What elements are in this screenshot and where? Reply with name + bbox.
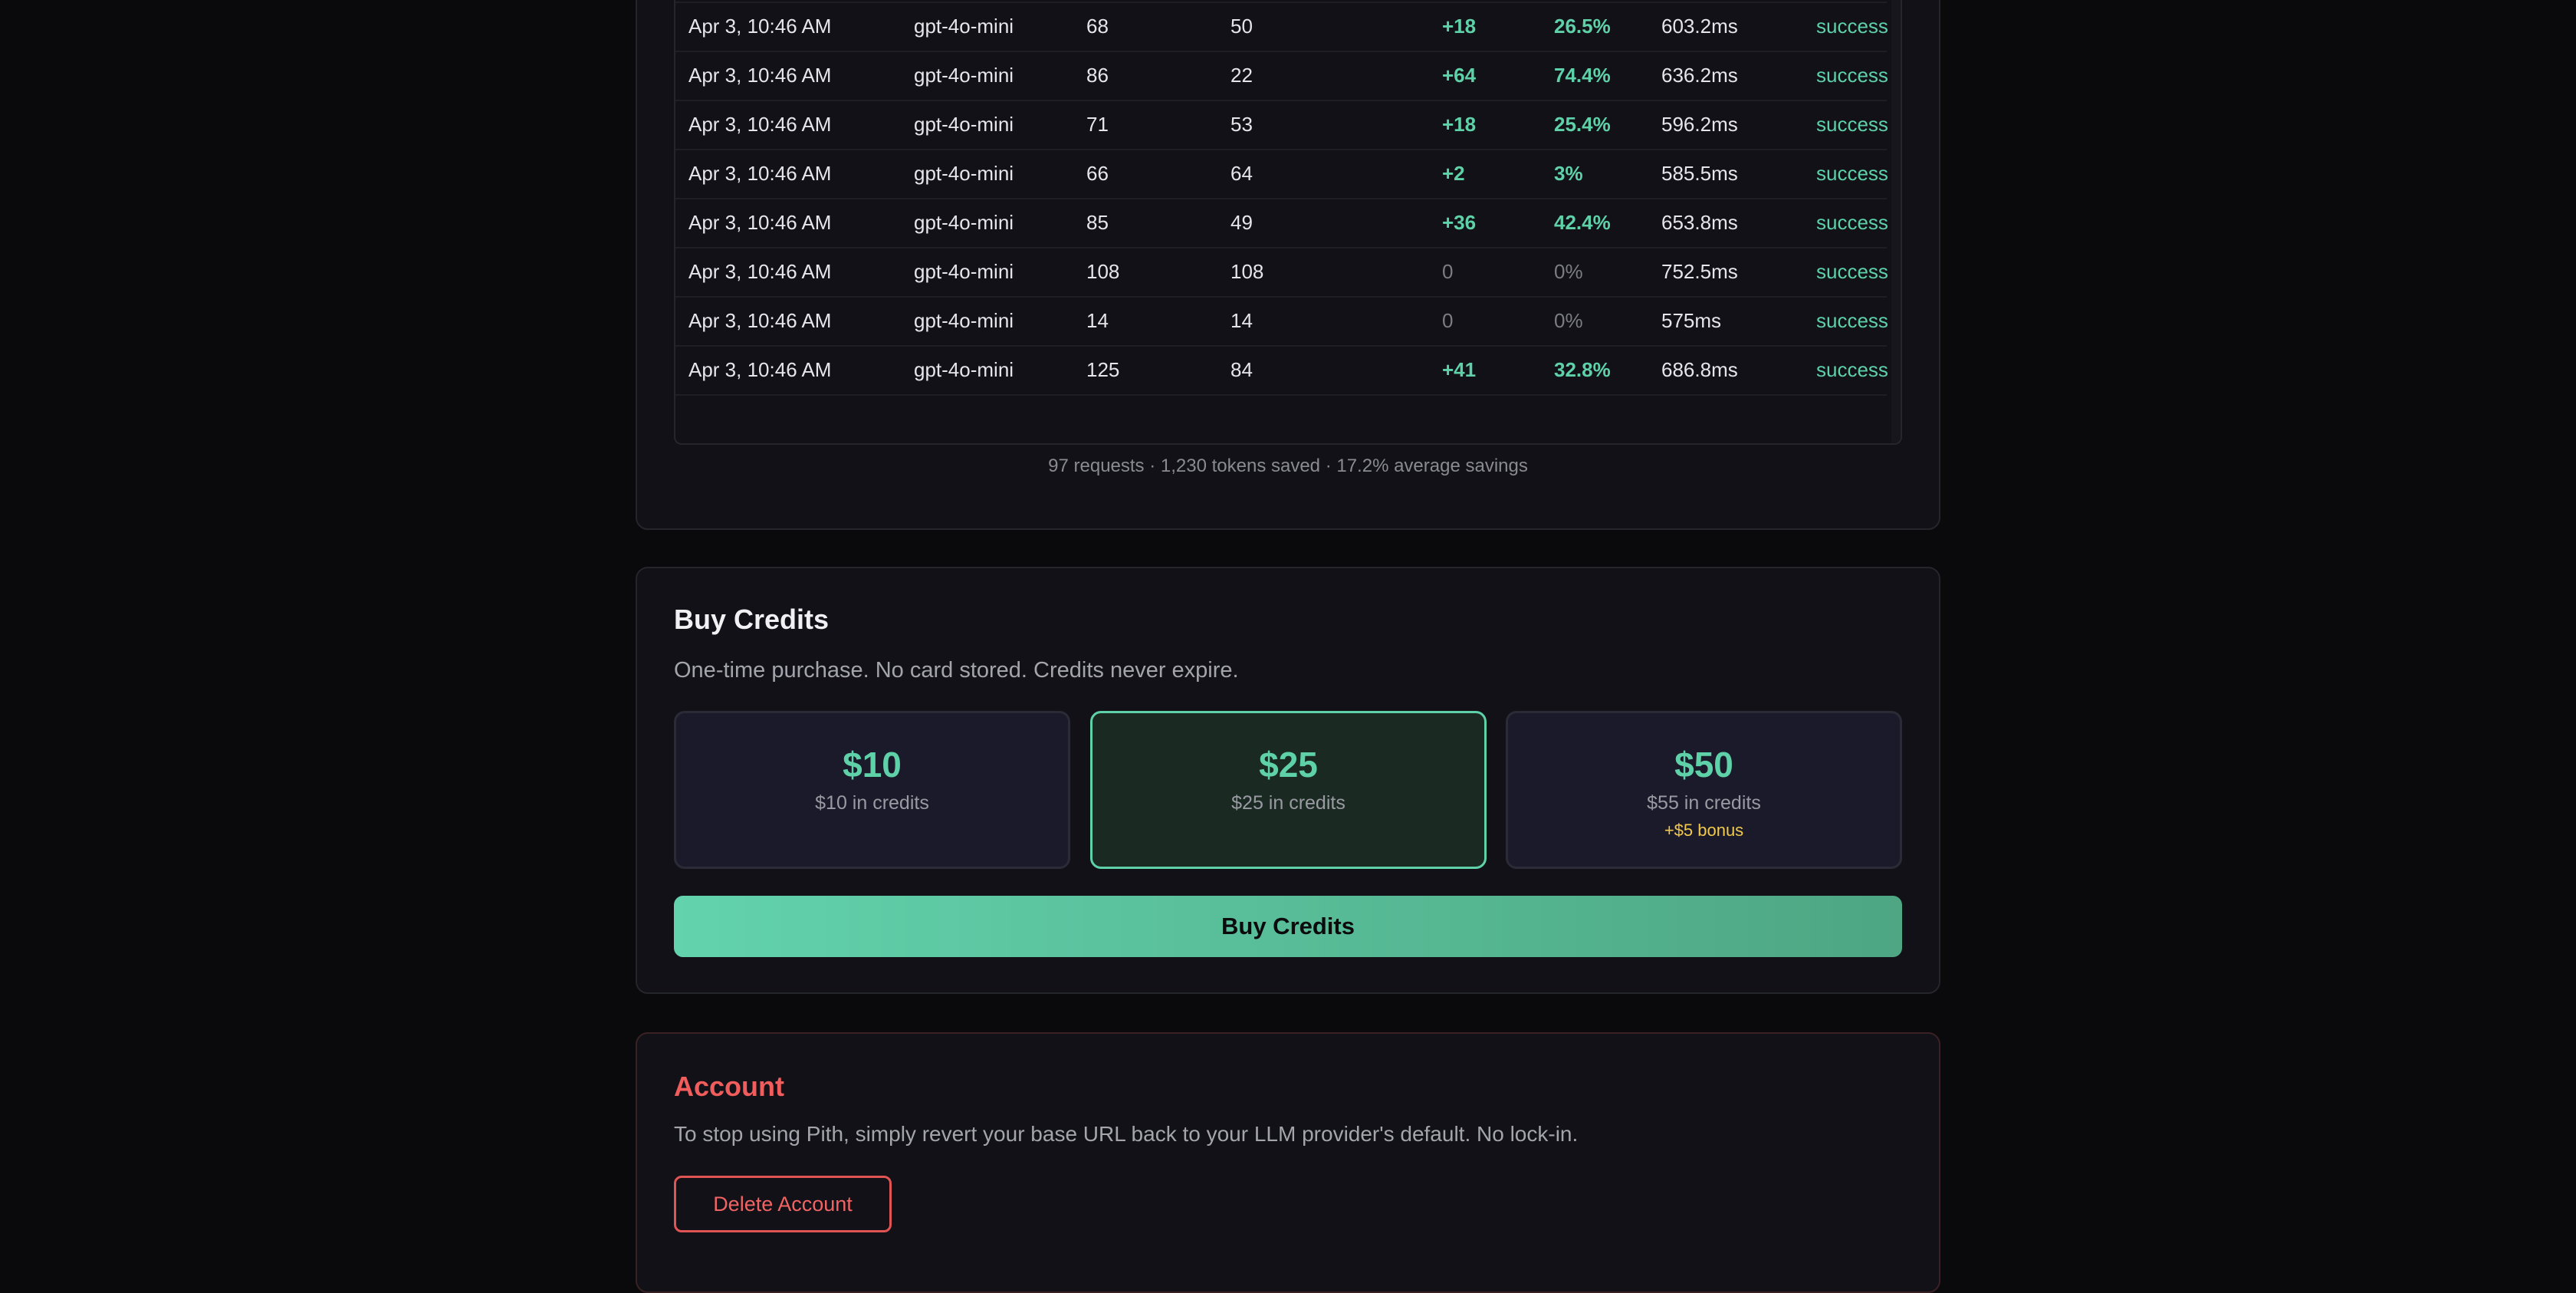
cell-input-tokens: 85 xyxy=(1086,211,1109,234)
cell-model: gpt-4o-mini xyxy=(914,64,1014,87)
cell-output-tokens: 14 xyxy=(1230,309,1253,332)
cell-tokens-saved: +64 xyxy=(1442,64,1477,87)
cell-output-tokens: 50 xyxy=(1230,15,1253,38)
cell-model: gpt-4o-mini xyxy=(914,15,1014,38)
usage-history-card: Apr 3, 10:46 AMgpt-4o-mini12274+4839.3%6… xyxy=(636,0,1940,530)
cell-time: Apr 3, 10:46 AM xyxy=(688,260,832,283)
cell-status: success xyxy=(1816,15,1888,38)
cell-input-tokens: 71 xyxy=(1086,113,1109,136)
cell-model: gpt-4o-mini xyxy=(914,211,1014,234)
buy-credits-title: Buy Credits xyxy=(674,604,830,635)
cell-time: Apr 3, 10:46 AM xyxy=(688,162,832,185)
cell-tokens-saved: +36 xyxy=(1442,211,1477,234)
cell-latency: 585.5ms xyxy=(1661,162,1738,185)
cell-tokens-saved: 0 xyxy=(1442,309,1454,332)
cell-status: success xyxy=(1816,162,1888,185)
account-description: To stop using Pith, simply revert your b… xyxy=(674,1122,1579,1146)
cell-input-tokens: 14 xyxy=(1086,309,1109,332)
cell-status: success xyxy=(1816,113,1888,136)
cell-savings-percent: 25.4% xyxy=(1554,113,1611,136)
cell-time: Apr 3, 10:46 AM xyxy=(688,15,832,38)
delete-account-button[interactable]: Delete Account xyxy=(674,1176,892,1232)
cell-savings-percent: 74.4% xyxy=(1554,64,1611,87)
cell-status: success xyxy=(1816,358,1888,381)
account-card: Account To stop using Pith, simply rever… xyxy=(636,1032,1940,1293)
credit-option-price: $10 xyxy=(843,745,902,785)
cell-model: gpt-4o-mini xyxy=(914,260,1014,283)
cell-input-tokens: 66 xyxy=(1086,162,1109,185)
cell-model: gpt-4o-mini xyxy=(914,162,1014,185)
cell-output-tokens: 64 xyxy=(1230,162,1253,185)
cell-status: success xyxy=(1816,260,1888,283)
cell-model: gpt-4o-mini xyxy=(914,358,1014,381)
cell-savings-percent: 3% xyxy=(1554,162,1583,185)
cell-latency: 686.8ms xyxy=(1661,358,1738,381)
cell-output-tokens: 84 xyxy=(1230,358,1253,381)
cell-tokens-saved: 0 xyxy=(1442,260,1454,283)
credit-option-subtitle: $55 in credits xyxy=(1647,792,1761,814)
table-row: Apr 3, 10:46 AM gpt-4o-mini 71 53 +18 25.4% 59… xyxy=(675,100,1888,150)
table-row: Apr 3, 10:46 AM gpt-4o-mini 66 64 +2 3% 585.5m… xyxy=(675,149,1888,199)
cell-output-tokens: 53 xyxy=(1230,113,1253,136)
table-row: Apr 3, 10:46 AM gpt-4o-mini 125 84 +41 32.8% 6… xyxy=(675,345,1888,396)
cell-model: gpt-4o-mini xyxy=(914,309,1014,332)
table-row: Apr 3, 10:46 AM gpt-4o-mini 108 108 0 0% 752.5… xyxy=(675,247,1888,298)
table-row: Apr 3, 10:46 AM gpt-4o-mini 85 49 +36 42.4% 65… xyxy=(675,198,1888,248)
usage-summary: 97 requests · 1,230 tokens saved · 17.2%… xyxy=(1048,456,1528,476)
cell-savings-percent: 42.4% xyxy=(1554,211,1611,234)
credit-option-25[interactable]: $25 $25 in credits xyxy=(1090,711,1487,869)
cell-savings-percent: 32.8% xyxy=(1554,358,1611,381)
credit-option-50[interactable]: $50 $55 in credits +$5 bonus xyxy=(1506,711,1902,869)
cell-latency: 575ms xyxy=(1661,309,1722,332)
credit-option-price: $50 xyxy=(1674,745,1733,785)
table-scrollbar[interactable] xyxy=(1891,0,1901,443)
cell-savings-percent: 0% xyxy=(1554,309,1583,332)
buy-credits-description: One-time purchase. No card stored. Credi… xyxy=(674,658,1239,683)
cell-model: gpt-4o-mini xyxy=(914,113,1014,136)
cell-time: Apr 3, 10:46 AM xyxy=(688,113,832,136)
cell-latency: 653.8ms xyxy=(1661,211,1738,234)
cell-status: success xyxy=(1816,211,1888,234)
cell-status: success xyxy=(1816,64,1888,87)
cell-output-tokens: 22 xyxy=(1230,64,1253,87)
table-row: Apr 3, 10:46 AM gpt-4o-mini 86 22 +64 74.4% 63… xyxy=(675,51,1888,101)
credit-option-subtitle: $25 in credits xyxy=(1231,792,1346,814)
cell-latency: 603.2ms xyxy=(1661,15,1738,38)
cell-tokens-saved: +18 xyxy=(1442,113,1477,136)
cell-time: Apr 3, 10:46 AM xyxy=(688,64,832,87)
cell-input-tokens: 68 xyxy=(1086,15,1109,38)
cell-input-tokens: 125 xyxy=(1086,358,1120,381)
table-row: Apr 3, 10:46 AM gpt-4o-mini 68 50 +18 26.5% 60… xyxy=(675,2,1888,52)
cell-tokens-saved: +2 xyxy=(1442,162,1465,185)
cell-latency: 752.5ms xyxy=(1661,260,1738,283)
cell-tokens-saved: +41 xyxy=(1442,358,1477,381)
cell-time: Apr 3, 10:46 AM xyxy=(688,211,832,234)
credit-option-bonus: +$5 bonus xyxy=(1664,821,1744,840)
buy-credits-card: Buy Credits One-time purchase. No card s… xyxy=(636,567,1940,994)
account-title: Account xyxy=(674,1071,784,1102)
table-row: Apr 3, 10:46 AM gpt-4o-mini 14 14 0 0% 575ms su… xyxy=(675,296,1888,347)
cell-tokens-saved: +18 xyxy=(1442,15,1477,38)
cell-time: Apr 3, 10:46 AM xyxy=(688,358,832,381)
cell-output-tokens: 108 xyxy=(1230,260,1264,283)
table-row-partial xyxy=(675,426,1887,443)
cell-time: Apr 3, 10:46 AM xyxy=(688,309,832,332)
cell-latency: 636.2ms xyxy=(1661,64,1738,87)
cell-savings-percent: 0% xyxy=(1554,260,1583,283)
credit-option-10[interactable]: $10 $10 in credits xyxy=(674,711,1070,869)
cell-status: success xyxy=(1816,309,1888,332)
cell-savings-percent: 26.5% xyxy=(1554,15,1611,38)
cell-input-tokens: 108 xyxy=(1086,260,1120,283)
credit-option-subtitle: $10 in credits xyxy=(815,792,929,814)
usage-table[interactable]: Apr 3, 10:46 AMgpt-4o-mini12274+4839.3%6… xyxy=(674,0,1902,445)
cell-input-tokens: 86 xyxy=(1086,64,1109,87)
cell-latency: 596.2ms xyxy=(1661,113,1738,136)
cell-output-tokens: 49 xyxy=(1230,211,1253,234)
credit-option-price: $25 xyxy=(1259,745,1318,785)
buy-credits-button[interactable]: Buy Credits xyxy=(674,896,1902,957)
